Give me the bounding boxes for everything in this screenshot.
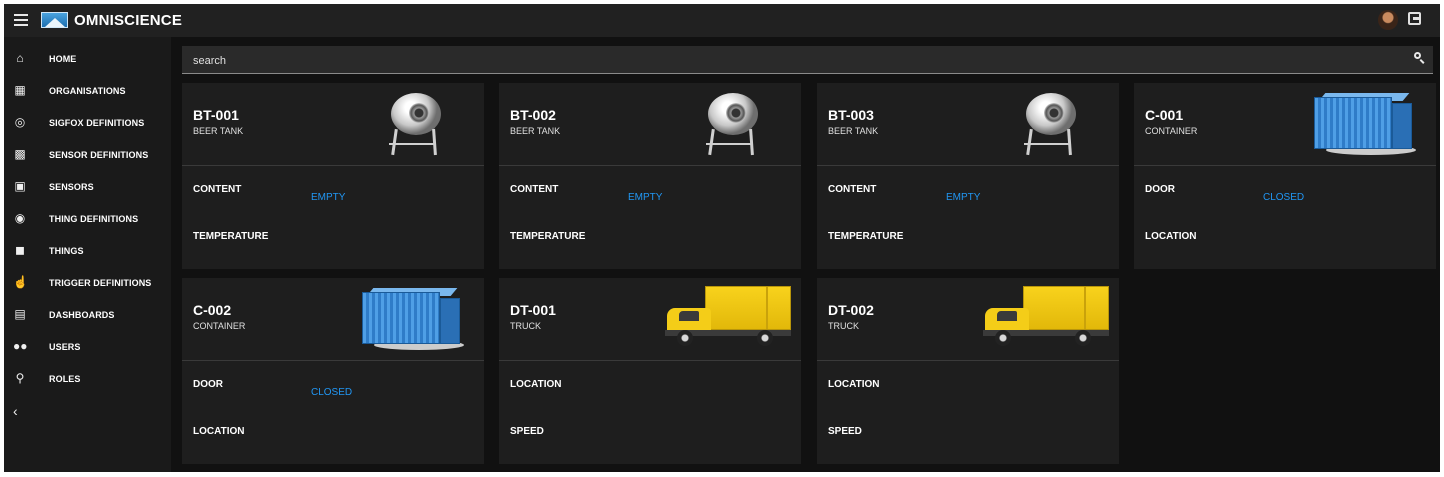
sidebar-item-label: TRIGGER DEFINITIONS [49, 278, 152, 288]
card-id: C-002 [193, 302, 232, 318]
beer-tank-image [1014, 89, 1079, 157]
field-label: CONTENT [193, 184, 242, 195]
users-icon: ●● [13, 339, 28, 353]
top-bar: OMNISCIENCE [4, 4, 1440, 37]
card-id: C-001 [1145, 107, 1184, 123]
field-value: CLOSED [1263, 192, 1305, 203]
thing-card[interactable]: DT-002 TRUCK LOCATION SPEED [817, 278, 1119, 464]
field-label: DOOR [193, 379, 223, 390]
sidebar-item-dashboards[interactable]: ▤ DASHBOARDS [4, 303, 171, 327]
thing-card[interactable]: C-002 CONTAINER DOOR CLOSED LOCATION [182, 278, 484, 464]
thing-card[interactable]: C-001 CONTAINER DOOR CLOSED LOCATION [1134, 83, 1436, 269]
card-header: DT-002 TRUCK [817, 278, 1119, 361]
card-header: BT-001 BEER TANK [182, 83, 484, 166]
roles-icon: ⚲ [15, 371, 25, 385]
chevron-left-icon[interactable]: ‹ [13, 403, 18, 419]
sidebar-item-label: USERS [49, 342, 81, 352]
dashboards-icon: ▤ [14, 307, 26, 321]
card-type: CONTAINER [1145, 126, 1198, 136]
card-type: CONTAINER [193, 321, 246, 331]
field-label: LOCATION [1145, 231, 1197, 242]
field-value: CLOSED [311, 387, 353, 398]
sensor-definitions-icon: ▩ [14, 147, 26, 161]
field-label: LOCATION [510, 379, 562, 390]
thing-card[interactable]: BT-001 BEER TANK CONTENT EMPTY TEMPERATU… [182, 83, 484, 269]
things-icon: ◼ [15, 243, 25, 257]
card-header: C-001 CONTAINER [1134, 83, 1436, 166]
beer-tank-image [696, 89, 761, 157]
logout-icon[interactable] [1408, 12, 1421, 25]
field-label: LOCATION [193, 426, 245, 437]
sidebar-item-home[interactable]: ⌂ HOME [4, 47, 171, 71]
search-icon[interactable] [1414, 52, 1424, 62]
sidebar-item-thing-definitions[interactable]: ◉ THING DEFINITIONS [4, 207, 171, 231]
sensors-icon: ▣ [14, 179, 26, 193]
card-id: BT-003 [828, 107, 874, 123]
search-bar[interactable]: search [182, 46, 1433, 74]
sidebar-item-label: THINGS [49, 246, 84, 256]
truck-image [665, 286, 793, 352]
sidebar-item-users[interactable]: ●● USERS [4, 335, 171, 359]
field-label: TEMPERATURE [510, 231, 586, 242]
sidebar-item-organisations[interactable]: ▦ ORGANISATIONS [4, 79, 171, 103]
container-image [1314, 93, 1418, 157]
thing-card[interactable]: DT-001 TRUCK LOCATION SPEED [499, 278, 801, 464]
field-value: EMPTY [628, 192, 663, 203]
beer-tank-image [379, 89, 444, 157]
card-header: C-002 CONTAINER [182, 278, 484, 361]
thing-definitions-icon: ◉ [14, 211, 26, 225]
card-header: BT-002 BEER TANK [499, 83, 801, 166]
app-window: OMNISCIENCE ⌂ HOME ▦ ORGANISATIONS ◎ SIGFOX… [4, 4, 1440, 472]
sidebar-item-label: ORGANISATIONS [49, 86, 126, 96]
card-id: DT-002 [828, 302, 874, 318]
card-header: DT-001 TRUCK [499, 278, 801, 361]
logo-icon [41, 12, 68, 28]
truck-image [983, 286, 1111, 352]
field-label: SPEED [828, 426, 862, 437]
card-id: DT-001 [510, 302, 556, 318]
card-type: BEER TANK [828, 126, 879, 136]
sidebar-item-roles[interactable]: ⚲ ROLES [4, 367, 171, 391]
sidebar-item-label: SENSORS [49, 182, 94, 192]
field-label: CONTENT [510, 184, 559, 195]
thing-card[interactable]: BT-003 BEER TANK CONTENT EMPTY TEMPERATU… [817, 83, 1119, 269]
thing-card[interactable]: BT-002 BEER TANK CONTENT EMPTY TEMPERATU… [499, 83, 801, 269]
sidebar-item-sensor-definitions[interactable]: ▩ SENSOR DEFINITIONS [4, 143, 171, 167]
card-type: TRUCK [828, 321, 859, 331]
sidebar-item-label: DASHBOARDS [49, 310, 115, 320]
card-type: BEER TANK [510, 126, 561, 136]
field-label: TEMPERATURE [828, 231, 904, 242]
card-type: BEER TANK [193, 126, 244, 136]
field-label: SPEED [510, 426, 544, 437]
sidebar-item-label: THING DEFINITIONS [49, 214, 139, 224]
field-label: DOOR [1145, 184, 1175, 195]
field-value: EMPTY [946, 192, 981, 203]
card-header: BT-003 BEER TANK [817, 83, 1119, 166]
field-label: CONTENT [828, 184, 877, 195]
sidebar-item-sensors[interactable]: ▣ SENSORS [4, 175, 171, 199]
avatar[interactable] [1378, 10, 1398, 30]
field-label: TEMPERATURE [193, 231, 269, 242]
organisations-icon: ▦ [14, 83, 26, 97]
sidebar-item-trigger-definitions[interactable]: ☝ TRIGGER DEFINITIONS [4, 271, 171, 295]
sidebar-item-label: HOME [49, 54, 77, 64]
field-value: EMPTY [311, 192, 346, 203]
card-type: TRUCK [510, 321, 541, 331]
search-input[interactable]: search [193, 55, 226, 67]
sigfox-icon: ◎ [14, 115, 26, 129]
trigger-icon: ☝ [13, 275, 28, 289]
sidebar-item-label: SENSOR DEFINITIONS [49, 150, 149, 160]
sidebar-item-things[interactable]: ◼ THINGS [4, 239, 171, 263]
menu-icon[interactable] [14, 12, 28, 26]
sidebar-item-sigfox-definitions[interactable]: ◎ SIGFOX DEFINITIONS [4, 111, 171, 135]
home-icon: ⌂ [16, 51, 24, 65]
container-image [362, 288, 466, 352]
sidebar-item-label: SIGFOX DEFINITIONS [49, 118, 145, 128]
sidebar: ⌂ HOME ▦ ORGANISATIONS ◎ SIGFOX DEFINITIONS… [4, 37, 171, 472]
card-id: BT-001 [193, 107, 239, 123]
card-id: BT-002 [510, 107, 556, 123]
field-label: LOCATION [828, 379, 880, 390]
sidebar-item-label: ROLES [49, 374, 81, 384]
app-title: OMNISCIENCE [74, 12, 183, 29]
